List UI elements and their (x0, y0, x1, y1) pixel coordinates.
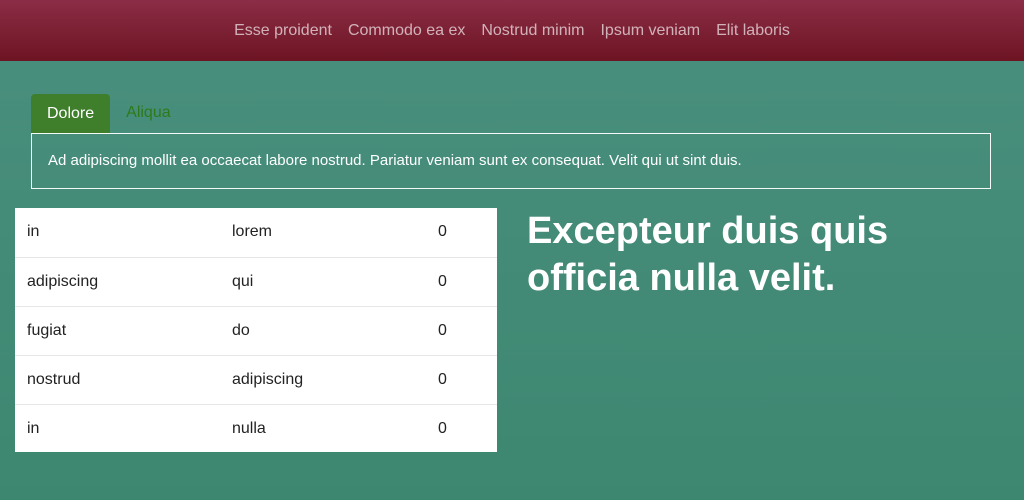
nav-link-commodo-ea-ex[interactable]: Commodo ea ex (348, 22, 465, 39)
table-row: in nulla 0 (15, 403, 497, 453)
table-cell: in (27, 223, 40, 241)
tab-dolore[interactable]: Dolore (31, 93, 111, 133)
table-cell: 0 (438, 354, 497, 404)
table-row: adipiscing qui 0 (15, 256, 497, 306)
table-cell: 0 (438, 403, 497, 453)
table-cell: nostrud (15, 354, 232, 404)
nav-link-nostrud-minim[interactable]: Nostrud minim (481, 22, 584, 39)
table-cell: adipiscing (15, 256, 232, 306)
table-row: fugiat do 0 (15, 305, 497, 355)
top-navbar: Esse proident Commodo ea ex Nostrud mini… (0, 0, 1024, 61)
nav-link-ipsum-veniam[interactable]: Ipsum veniam (600, 22, 700, 39)
table-cell: nulla (232, 403, 438, 453)
data-table: in lorem 0 adipiscing qui 0 fugiat do 0 … (15, 208, 497, 453)
table-cell: 0 (438, 305, 497, 355)
tab-panel: Ad adipiscing mollit ea occaecat labore … (31, 133, 991, 189)
headline: Excepteur duis quis officia nulla velit. (527, 210, 889, 299)
tab-bar: Dolore Aliqua (31, 93, 187, 133)
tab-aliqua[interactable]: Aliqua (110, 93, 186, 133)
table-cell: lorem (232, 223, 273, 241)
table-cell: adipiscing (232, 354, 438, 404)
table-row: in lorem 0 (15, 208, 497, 257)
data-table-card: in lorem 0 adipiscing qui 0 fugiat do 0 … (15, 208, 497, 453)
table-cell: do (232, 305, 438, 355)
table-cell: in (15, 403, 232, 453)
table-row: nostrud adipiscing 0 (15, 354, 497, 404)
tab-panel-text: Ad adipiscing mollit ea occaecat labore … (48, 152, 742, 169)
nav-link-esse-proident[interactable]: Esse proident (234, 22, 332, 39)
nav-link-elit-laboris[interactable]: Elit laboris (716, 22, 790, 39)
table-cell: qui (232, 256, 438, 306)
table-cell: 0 (438, 223, 447, 241)
table-cell: fugiat (15, 305, 232, 355)
main-nav: Esse proident Commodo ea ex Nostrud mini… (234, 22, 790, 39)
table-cell: 0 (438, 256, 497, 306)
